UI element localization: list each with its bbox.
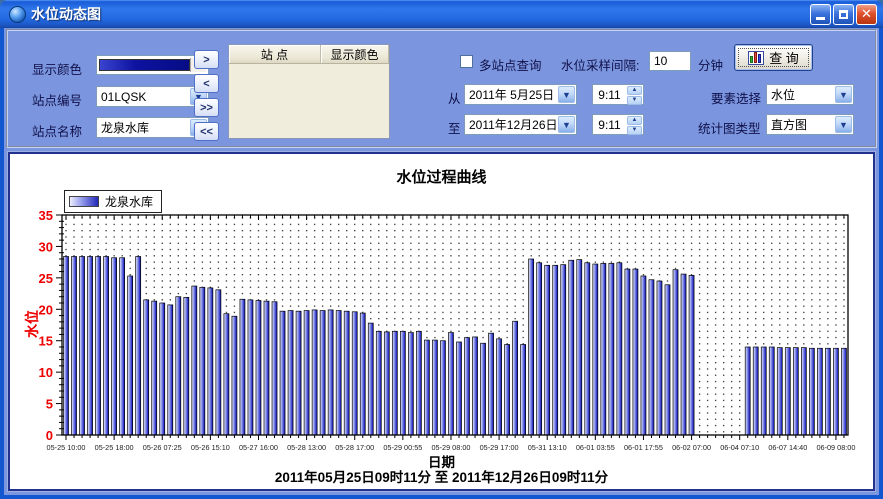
- chart-type-value: 直方图: [767, 116, 834, 133]
- station-name-combobox[interactable]: 龙泉水库 ▼: [96, 117, 209, 138]
- window-title: 水位动态图: [31, 4, 101, 24]
- app-globe-icon: [9, 6, 26, 23]
- svg-text:30: 30: [39, 239, 53, 254]
- minutes-label: 分钟: [698, 55, 723, 74]
- add-station-button[interactable]: >: [194, 50, 219, 69]
- to-date-picker[interactable]: 2011年12月26日 ▼: [464, 114, 577, 135]
- maximize-icon: [839, 10, 848, 19]
- element-value: 水位: [767, 86, 834, 103]
- station-id-combobox[interactable]: 01LQSK ▼: [96, 86, 209, 107]
- chevron-down-icon[interactable]: ▼: [558, 116, 575, 133]
- svg-text:10: 10: [39, 365, 53, 380]
- selected-stations-list[interactable]: 站 点 显示颜色: [228, 44, 390, 139]
- to-date-value: 2011年12月26日: [465, 116, 557, 133]
- maximize-button[interactable]: [833, 4, 854, 25]
- chevron-down-icon[interactable]: ▼: [835, 116, 852, 133]
- list-header-color[interactable]: 显示颜色: [321, 45, 389, 63]
- display-color-label: 显示颜色: [32, 59, 82, 78]
- minimize-button[interactable]: [810, 4, 831, 25]
- display-color-combobox[interactable]: ▼: [96, 55, 209, 75]
- from-label: 从: [448, 88, 461, 107]
- svg-text:5: 5: [46, 397, 53, 412]
- remove-all-stations-button[interactable]: <<: [194, 122, 219, 141]
- list-header-row: 站 点 显示颜色: [229, 45, 389, 64]
- chart-panel: 水位过程曲线 龙泉水库 水位 0510152025303505-25 10:00…: [8, 152, 875, 491]
- from-date-value: 2011年 5月25日: [465, 86, 557, 103]
- title-bar: 水位动态图 ✕: [0, 0, 883, 28]
- multi-station-checkbox[interactable]: [460, 55, 473, 68]
- selected-color-swatch: [99, 59, 190, 71]
- query-control-panel: 显示颜色 ▼ 站点编号 01LQSK ▼ 站点名称 龙泉水库 ▼ > < >> …: [6, 29, 877, 148]
- sampling-interval-label: 水位采样间隔:: [561, 55, 639, 74]
- add-all-stations-button[interactable]: >>: [194, 98, 219, 117]
- station-name-label: 站点名称: [32, 121, 82, 140]
- to-time-value: 9:11: [593, 118, 626, 132]
- remove-station-button[interactable]: <: [194, 74, 219, 93]
- svg-text:35: 35: [39, 209, 53, 223]
- from-date-picker[interactable]: 2011年 5月25日 ▼: [464, 84, 577, 105]
- station-name-value: 龙泉水库: [97, 119, 189, 136]
- element-select-label: 要素选择: [711, 88, 761, 107]
- legend-swatch: [69, 196, 99, 207]
- waterlevel-bar-chart: 0510152025303505-25 10:0005-25 18:0005-2…: [12, 209, 866, 455]
- from-time-value: 9:11: [593, 88, 626, 102]
- station-id-value: 01LQSK: [97, 90, 189, 104]
- chart-type-label: 统计图类型: [698, 118, 761, 137]
- spin-down-icon[interactable]: ▼: [627, 96, 642, 105]
- close-icon: ✕: [861, 6, 872, 22]
- svg-text:20: 20: [39, 302, 53, 317]
- chart-title: 水位过程曲线: [10, 166, 873, 187]
- multi-station-label: 多站点查询: [479, 55, 542, 74]
- spin-up-icon[interactable]: ▲: [627, 116, 642, 125]
- list-header-station[interactable]: 站 点: [229, 45, 321, 63]
- to-label: 至: [448, 118, 461, 137]
- to-time-spinner[interactable]: 9:11 ▲▼: [592, 114, 644, 135]
- from-time-spinner[interactable]: 9:11 ▲▼: [592, 84, 644, 105]
- chart-type-combobox[interactable]: 直方图 ▼: [766, 114, 854, 135]
- app-window: 水位动态图 ✕ 显示颜色 ▼ 站点编号 01LQSK ▼ 站点名称 龙泉水库 ▼: [0, 0, 883, 499]
- chevron-down-icon[interactable]: ▼: [835, 86, 852, 103]
- plot-area: 0510152025303505-25 10:0005-25 18:0005-2…: [12, 209, 866, 460]
- spin-up-icon[interactable]: ▲: [627, 86, 642, 95]
- minimize-icon: [816, 17, 825, 20]
- svg-text:0: 0: [46, 428, 53, 443]
- svg-text:25: 25: [39, 271, 53, 286]
- query-button[interactable]: 查 询: [734, 44, 813, 71]
- focus-outline: [738, 48, 809, 67]
- element-combobox[interactable]: 水位 ▼: [766, 84, 854, 105]
- station-id-label: 站点编号: [32, 90, 82, 109]
- svg-text:15: 15: [39, 334, 53, 349]
- spin-down-icon[interactable]: ▼: [627, 126, 642, 135]
- chevron-down-icon[interactable]: ▼: [558, 86, 575, 103]
- x-axis-range-subtitle: 2011年05月25日09时11分 至 2011年12月26日09时11分: [10, 466, 873, 486]
- close-button[interactable]: ✕: [856, 4, 877, 25]
- sampling-interval-input[interactable]: [649, 51, 691, 71]
- window-body: 显示颜色 ▼ 站点编号 01LQSK ▼ 站点名称 龙泉水库 ▼ > < >> …: [0, 28, 883, 499]
- legend-label: 龙泉水库: [105, 193, 153, 210]
